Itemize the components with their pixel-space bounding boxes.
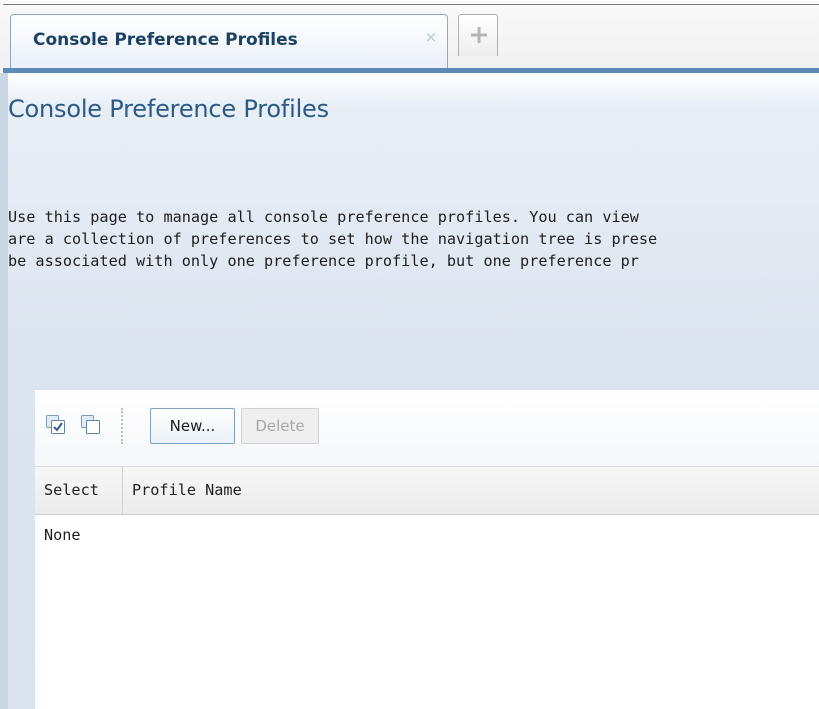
description-line: are a collection of preferences to set h… bbox=[8, 230, 658, 248]
toolbar-separator bbox=[121, 408, 123, 444]
empty-table-message: None bbox=[44, 526, 81, 544]
profiles-table: New... Delete Select Profile Name None bbox=[35, 390, 819, 709]
content-left-border bbox=[0, 73, 8, 709]
page-description: Use this page to manage all console pref… bbox=[8, 206, 819, 272]
tab-label: Console Preference Profiles bbox=[33, 30, 298, 50]
page-title: Console Preference Profiles bbox=[8, 95, 329, 123]
plus-icon bbox=[471, 27, 487, 43]
close-icon[interactable]: × bbox=[423, 29, 439, 45]
deselect-all-icon[interactable] bbox=[80, 414, 102, 436]
column-header-select[interactable]: Select bbox=[35, 467, 123, 514]
select-all-icon[interactable] bbox=[45, 414, 67, 436]
description-line: Use this page to manage all console pref… bbox=[8, 208, 639, 226]
add-tab-button[interactable] bbox=[458, 14, 498, 56]
content-panel: Console Preference Profiles Use this pag… bbox=[0, 73, 819, 709]
table-header-row: Select Profile Name bbox=[35, 466, 819, 515]
tab-console-preference-profiles[interactable]: Console Preference Profiles × bbox=[10, 14, 448, 68]
new-button[interactable]: New... bbox=[150, 408, 235, 444]
tab-strip: Console Preference Profiles × bbox=[0, 0, 819, 73]
table-toolbar: New... Delete bbox=[35, 390, 819, 466]
description-line: be associated with only one preference p… bbox=[8, 252, 639, 270]
tab-strip-top-border bbox=[3, 4, 819, 5]
column-header-profile-name[interactable]: Profile Name bbox=[124, 467, 819, 514]
delete-button[interactable]: Delete bbox=[241, 408, 319, 444]
